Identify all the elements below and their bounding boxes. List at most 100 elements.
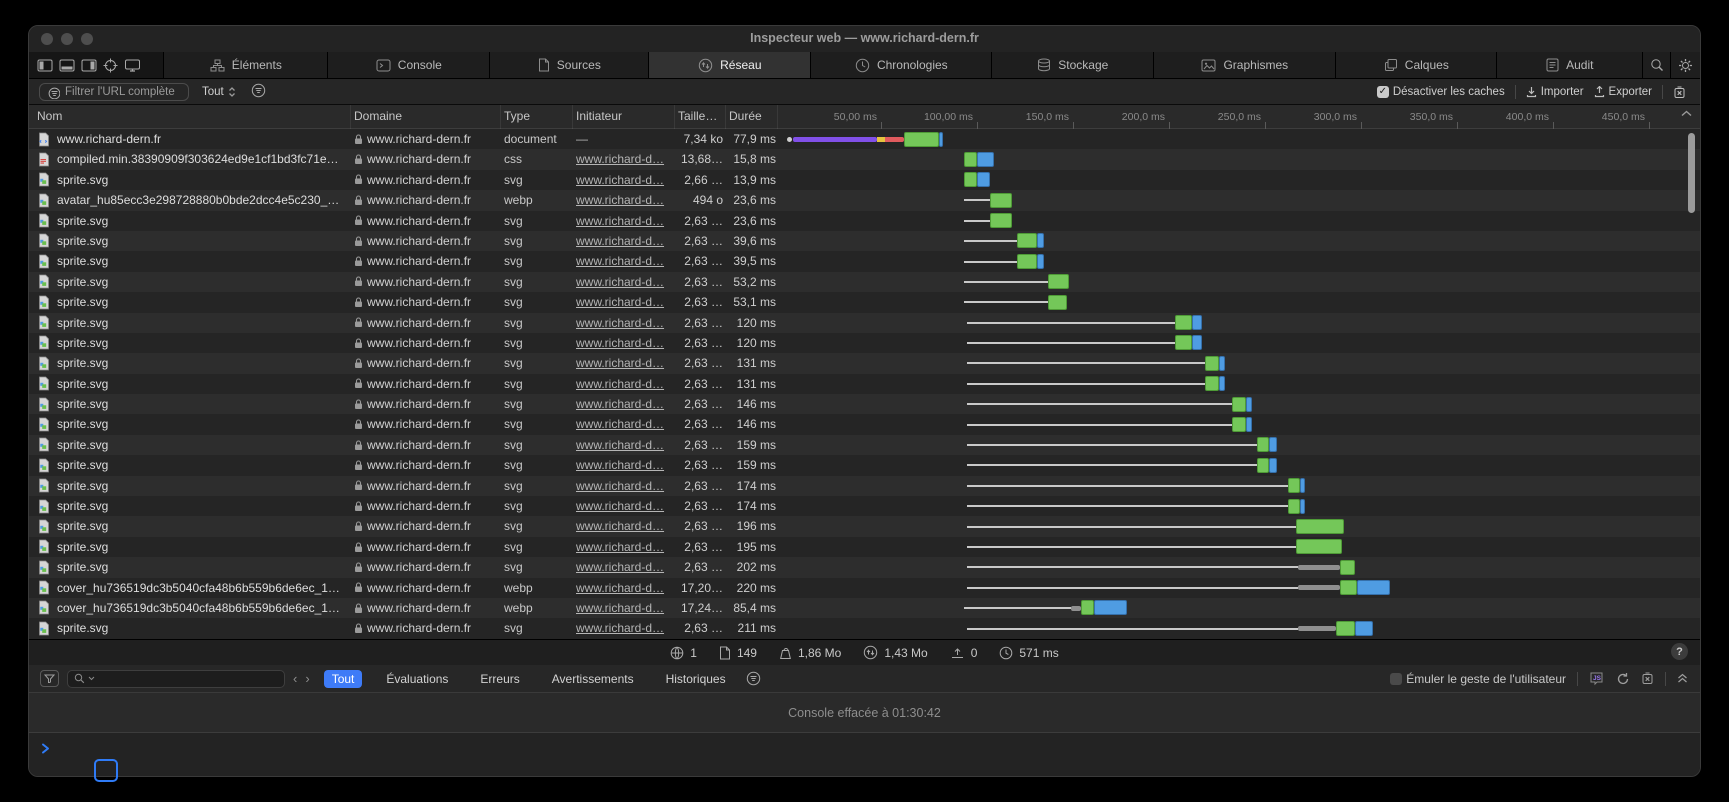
tab-sources[interactable]: Sources (490, 52, 649, 78)
initiator-link[interactable]: www.richard-d… (576, 438, 664, 452)
tab-stockage[interactable]: Stockage (992, 52, 1154, 78)
js-context-button[interactable]: JS (1589, 671, 1605, 686)
network-request-row[interactable]: sprite.svgwww.richard-dern.frsvgwww.rich… (29, 313, 1700, 333)
tab-elements[interactable]: Éléments (164, 52, 328, 78)
network-request-row[interactable]: compiled.min.38390909f303624ed9e1cf1bd3f… (29, 149, 1700, 169)
initiator-link[interactable]: www.richard-d… (576, 458, 664, 472)
console-options-icon[interactable] (746, 671, 761, 686)
network-request-row[interactable]: sprite.svgwww.richard-dern.frsvgwww.rich… (29, 333, 1700, 353)
disable-caches-toggle[interactable]: ✓ Désactiver les caches (1377, 86, 1505, 98)
initiator-link[interactable]: www.richard-d… (576, 479, 664, 493)
network-request-row[interactable]: sprite.svgwww.richard-dern.frsvgwww.rich… (29, 496, 1700, 516)
pane-bottom-icon[interactable] (59, 59, 75, 72)
chevron-up-icon[interactable] (1681, 110, 1692, 117)
console-filter-evaluations[interactable]: Évaluations (378, 670, 456, 688)
network-request-row[interactable]: sprite.svgwww.richard-dern.frsvgwww.rich… (29, 414, 1700, 434)
console-filter-erreurs[interactable]: Erreurs (472, 670, 527, 688)
titlebar[interactable]: Inspecteur web — www.richard-dern.fr (29, 26, 1700, 52)
network-request-row[interactable]: cover_hu736519dc3b5040cfa48b6b559b6de6ec… (29, 598, 1700, 618)
network-request-row[interactable]: sprite.svgwww.richard-dern.frsvgwww.rich… (29, 537, 1700, 557)
console-search-input[interactable] (67, 670, 285, 688)
network-request-row[interactable]: avatar_hu85ecc3e298728880b0bde2dcc4e5c23… (29, 190, 1700, 210)
tab-graphismes[interactable]: Graphismes (1154, 52, 1336, 78)
tab-reseau[interactable]: Réseau (649, 52, 811, 78)
search-button[interactable] (1643, 52, 1671, 78)
initiator-link[interactable]: www.richard-d… (576, 397, 664, 411)
initiator-link[interactable]: www.richard-d… (576, 540, 664, 554)
device-icon[interactable] (124, 59, 141, 72)
column-header-nom[interactable]: Nom (37, 109, 62, 123)
previous-result-button[interactable]: ‹ (293, 671, 297, 686)
initiator-link[interactable]: www.richard-d… (576, 499, 664, 513)
initiator-link[interactable]: www.richard-d… (576, 417, 664, 431)
network-request-row[interactable]: sprite.svgwww.richard-dern.frsvgwww.rich… (29, 231, 1700, 251)
network-request-row[interactable]: sprite.svgwww.richard-dern.frsvgwww.rich… (29, 251, 1700, 271)
initiator-link[interactable]: www.richard-d… (576, 560, 664, 574)
network-request-row[interactable]: www.richard-dern.frwww.richard-dern.frdo… (29, 129, 1700, 149)
network-request-row[interactable]: sprite.svgwww.richard-dern.frsvgwww.rich… (29, 292, 1700, 312)
column-header-domaine[interactable]: Domaine (354, 109, 402, 123)
pane-left-icon[interactable] (37, 59, 53, 72)
initiator-link[interactable]: www.richard-d… (576, 152, 664, 166)
network-request-row[interactable]: sprite.svgwww.richard-dern.frsvgwww.rich… (29, 170, 1700, 190)
network-request-row[interactable]: sprite.svgwww.richard-dern.frsvgwww.rich… (29, 455, 1700, 475)
network-request-row[interactable]: sprite.svgwww.richard-dern.frsvgwww.rich… (29, 618, 1700, 638)
column-header-type[interactable]: Type (504, 109, 530, 123)
console-filter-avertissements[interactable]: Avertissements (544, 670, 642, 688)
initiator-link[interactable]: www.richard-d… (576, 234, 664, 248)
initiator-link[interactable]: www.richard-d… (576, 254, 664, 268)
column-header-taille[interactable]: Taille… (678, 109, 717, 123)
initiator-link[interactable]: www.richard-d… (576, 316, 664, 330)
console-filter-button[interactable] (40, 670, 59, 687)
initiator-link[interactable]: www.richard-d… (576, 519, 664, 533)
tab-chronologies[interactable]: Chronologies (811, 52, 992, 78)
initiator-link[interactable]: www.richard-d… (576, 621, 664, 635)
collapse-chevrons-icon[interactable] (1677, 673, 1688, 684)
network-request-row[interactable]: cover_hu736519dc3b5040cfa48b6b559b6de6ec… (29, 578, 1700, 598)
clear-console-button[interactable] (1641, 672, 1654, 685)
inspect-target-icon[interactable] (103, 58, 118, 73)
refresh-icon[interactable] (1616, 672, 1630, 686)
network-request-row[interactable]: sprite.svgwww.richard-dern.frsvgwww.rich… (29, 435, 1700, 455)
initiator-link[interactable]: www.richard-d… (576, 295, 664, 309)
emulate-user-gesture-toggle[interactable]: Émuler le geste de l'utilisateur (1390, 672, 1566, 686)
initiator-link[interactable]: www.richard-d… (576, 214, 664, 228)
tab-console[interactable]: Console (328, 52, 490, 78)
console-filter-historiques[interactable]: Historiques (658, 670, 734, 688)
network-request-row[interactable]: sprite.svgwww.richard-dern.frsvgwww.rich… (29, 374, 1700, 394)
console-prompt[interactable] (29, 732, 1700, 777)
initiator-link[interactable]: www.richard-d… (576, 275, 664, 289)
network-request-row[interactable]: sprite.svgwww.richard-dern.frsvgwww.rich… (29, 394, 1700, 414)
network-request-row[interactable]: sprite.svgwww.richard-dern.frsvgwww.rich… (29, 476, 1700, 496)
clear-network-items-button[interactable] (1673, 86, 1686, 99)
network-request-row[interactable]: sprite.svgwww.richard-dern.frsvgwww.rich… (29, 516, 1700, 536)
initiator-link[interactable]: www.richard-d… (576, 581, 664, 595)
network-request-row[interactable]: sprite.svgwww.richard-dern.frsvgwww.rich… (29, 557, 1700, 577)
initiator-link[interactable]: www.richard-d… (576, 377, 664, 391)
pane-right-icon[interactable] (81, 59, 97, 72)
export-button[interactable]: Exporter (1594, 86, 1652, 98)
tab-calques[interactable]: Calques (1336, 52, 1497, 78)
initiator-link[interactable]: www.richard-d… (576, 193, 664, 207)
resource-scope-select[interactable]: Tout (202, 83, 236, 101)
column-header-duree[interactable]: Durée (729, 109, 762, 123)
filter-options-icon[interactable] (251, 83, 266, 98)
url-filter-input[interactable]: Filtrer l'URL complète (39, 83, 189, 101)
settings-button[interactable] (1671, 52, 1700, 78)
network-request-row[interactable]: sprite.svgwww.richard-dern.frsvgwww.rich… (29, 353, 1700, 373)
column-header-initiateur[interactable]: Initiateur (576, 109, 622, 123)
initiator-link[interactable]: www.richard-d… (576, 336, 664, 350)
console-filter-tout[interactable]: Tout (324, 670, 363, 688)
checkbox-unchecked-icon[interactable] (1390, 673, 1402, 685)
tab-audit[interactable]: Audit (1497, 52, 1643, 78)
resource-name: sprite.svg (57, 435, 345, 455)
network-request-row[interactable]: sprite.svgwww.richard-dern.frsvgwww.rich… (29, 211, 1700, 231)
initiator-link[interactable]: www.richard-d… (576, 601, 664, 615)
initiator-link[interactable]: www.richard-d… (576, 356, 664, 370)
checkbox-checked-icon[interactable]: ✓ (1377, 86, 1389, 98)
vertical-scrollbar[interactable] (1688, 133, 1695, 213)
network-request-row[interactable]: sprite.svgwww.richard-dern.frsvgwww.rich… (29, 272, 1700, 292)
import-button[interactable]: Importer (1526, 86, 1584, 98)
initiator-link[interactable]: www.richard-d… (576, 173, 664, 187)
help-button[interactable]: ? (1671, 643, 1688, 660)
